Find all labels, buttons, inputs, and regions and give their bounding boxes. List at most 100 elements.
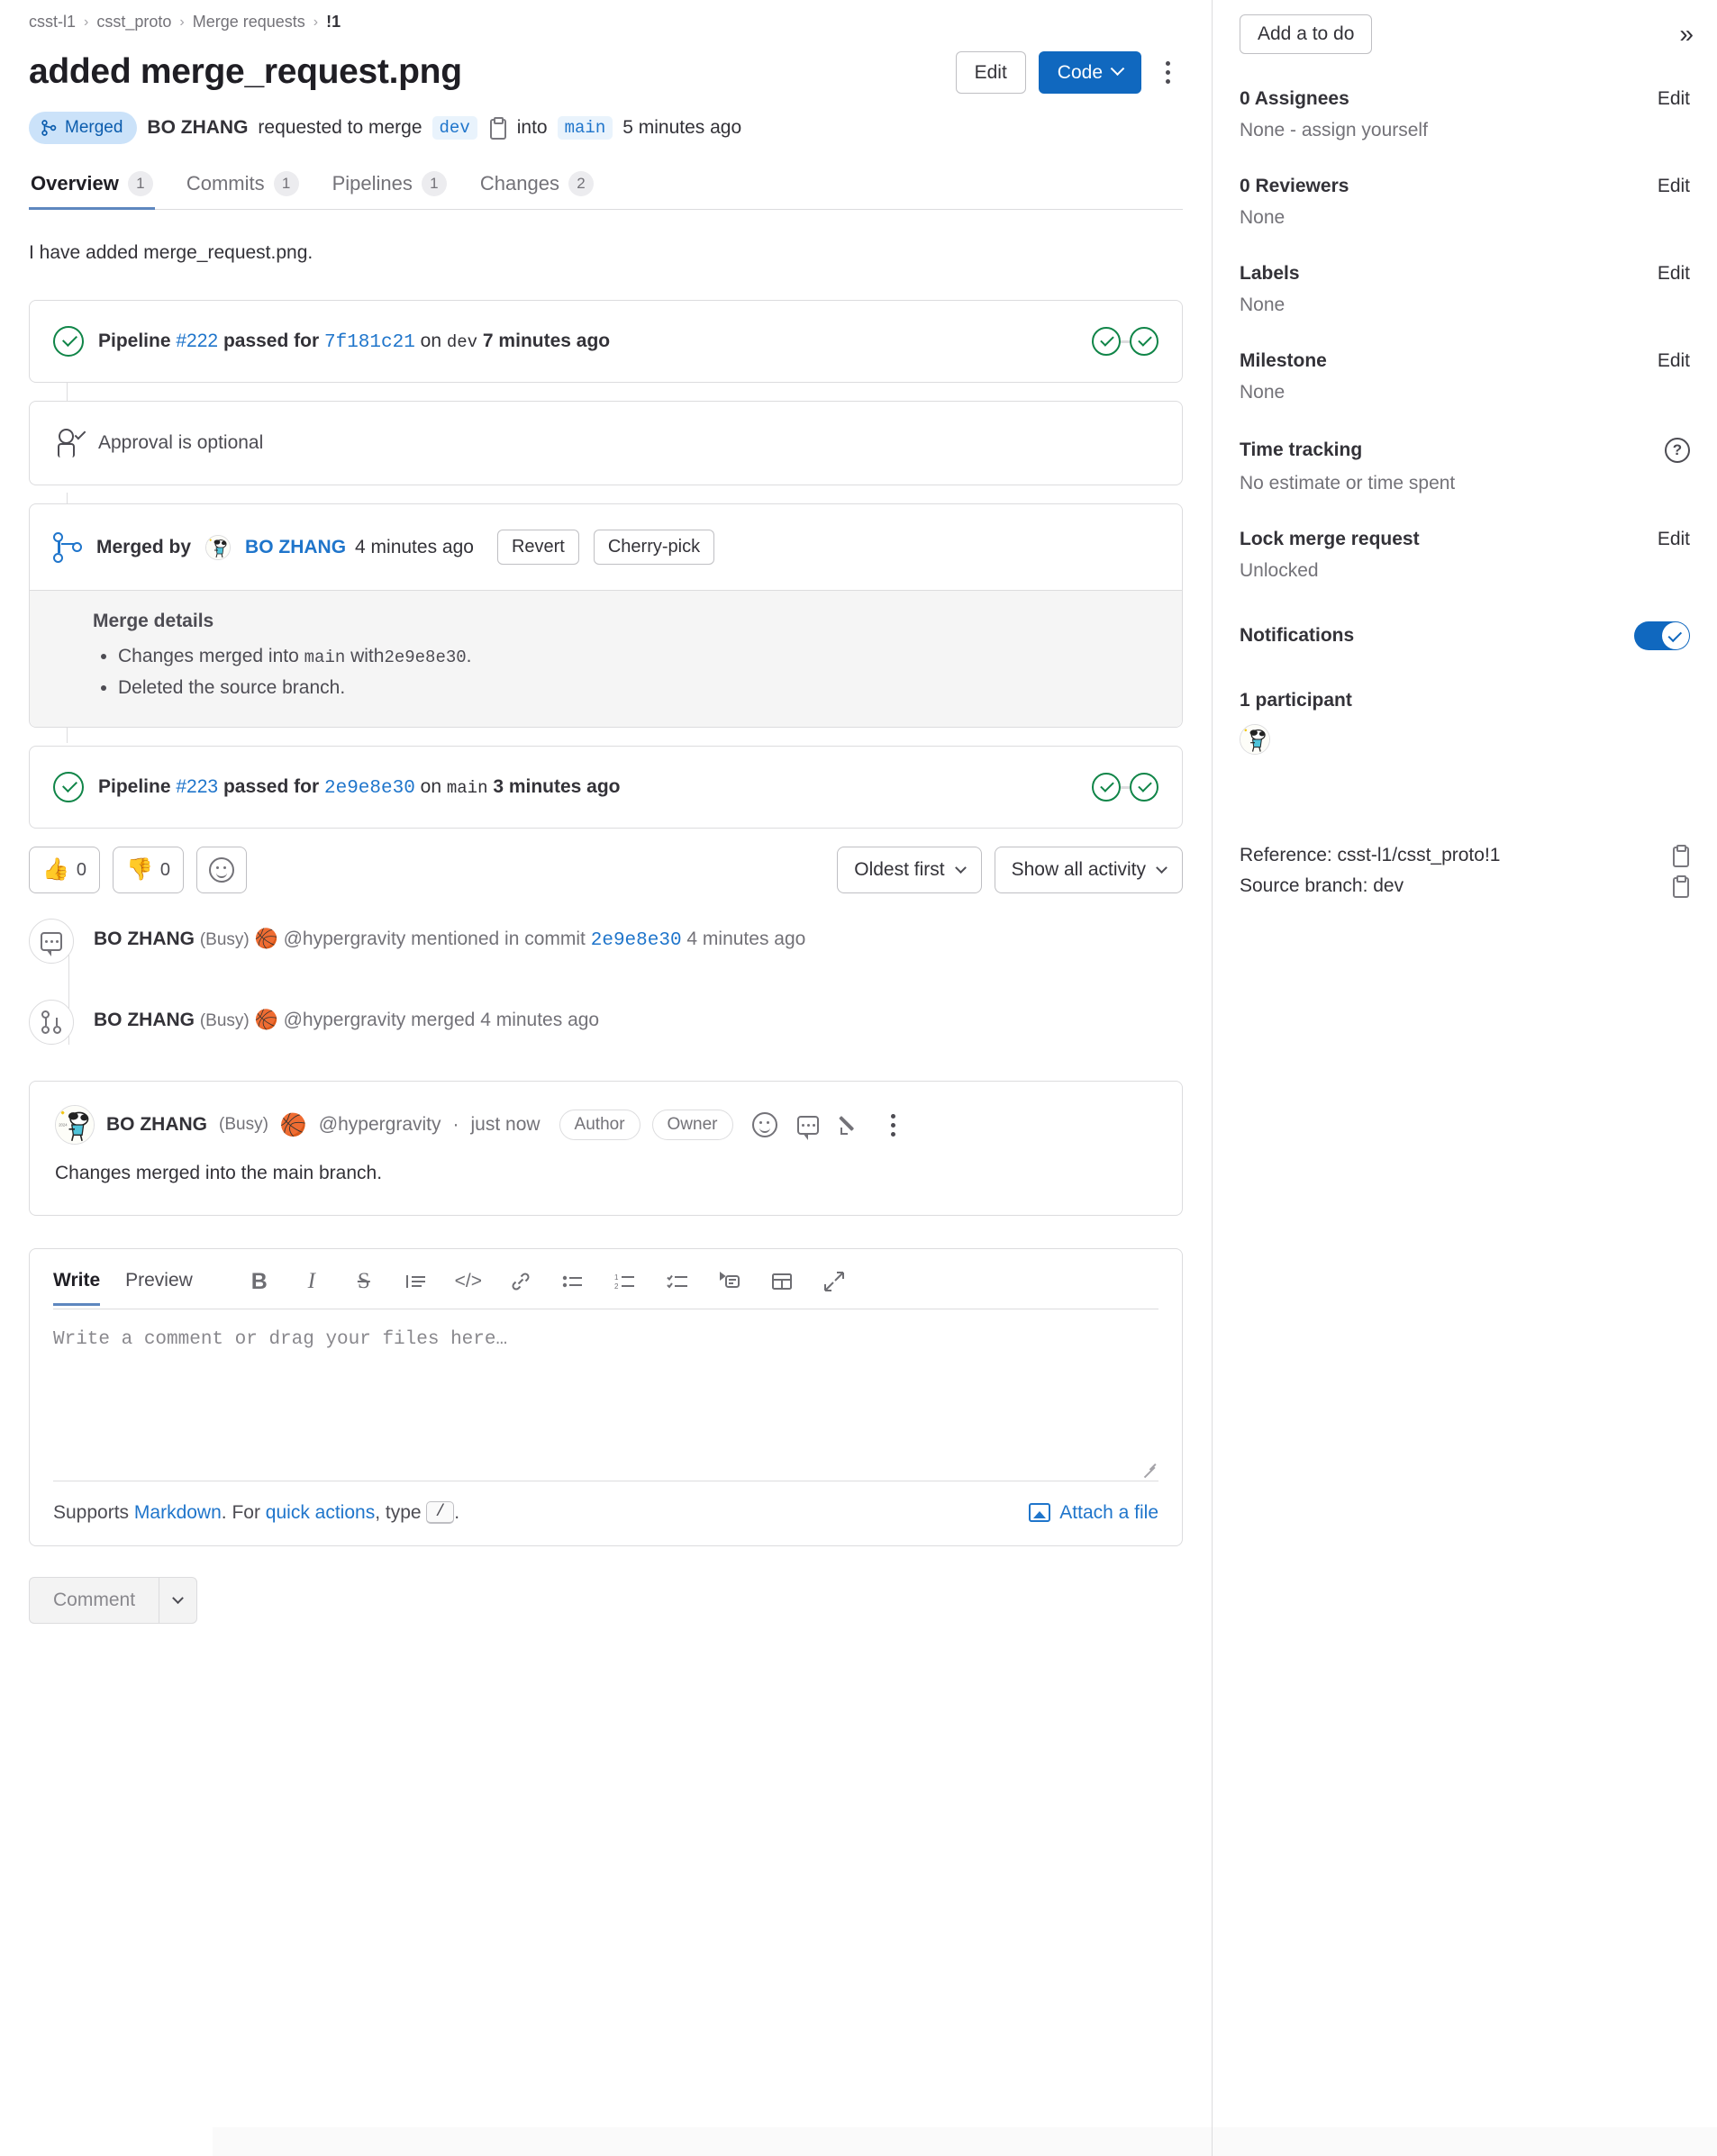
comment-input[interactable]: Write a comment or drag your files here…	[53, 1329, 1158, 1350]
breadcrumb-item-merge-requests[interactable]: Merge requests	[193, 13, 305, 32]
labels-edit-button[interactable]: Edit	[1658, 263, 1690, 285]
comment-author[interactable]: BO ZHANG	[106, 1114, 207, 1136]
copy-source-branch-icon[interactable]	[1670, 875, 1690, 898]
tab-commits[interactable]: Commits 1	[185, 168, 301, 209]
merged-row: Merged by BO ZHANG 4 minutes ago Revert …	[30, 504, 1182, 590]
collapse-sidebar-icon[interactable]: »	[1679, 22, 1693, 47]
pipeline-stage-icon[interactable]	[1130, 773, 1158, 802]
tab-preview[interactable]: Preview	[125, 1270, 193, 1306]
bullet-list-icon[interactable]	[559, 1267, 587, 1296]
add-reaction-button[interactable]	[196, 847, 248, 894]
comment-header: 2024 BO ZHANG (Busy) 🏀 @hypergravity · j…	[55, 1105, 1157, 1146]
image-icon	[1029, 1503, 1051, 1523]
pipeline-id-link[interactable]: #222	[176, 331, 218, 351]
milestone-edit-button[interactable]: Edit	[1658, 350, 1690, 372]
edit-button[interactable]: Edit	[955, 51, 1026, 95]
breadcrumb-item-current[interactable]: !1	[326, 13, 341, 32]
tab-commits-label: Commits	[186, 172, 265, 195]
approval-widget: Approval is optional	[29, 401, 1183, 486]
comment-more-actions[interactable]	[882, 1107, 905, 1143]
pipeline-stage-icon[interactable]	[1092, 327, 1121, 357]
thumbsdown-button[interactable]: 👎 0	[113, 847, 185, 894]
avatar[interactable]	[1240, 724, 1270, 755]
italic-icon[interactable]: I	[297, 1267, 326, 1296]
tab-overview-label: Overview	[31, 172, 119, 195]
labels-title: Labels	[1240, 263, 1300, 284]
tab-changes-count: 2	[568, 171, 594, 197]
bold-icon[interactable]: B	[245, 1267, 274, 1296]
pipeline-row: Pipeline #223 passed for 2e9e8e30 on mai…	[30, 747, 1182, 828]
comment-busy-status: (Busy)	[219, 1115, 268, 1135]
breadcrumb-item-project[interactable]: csst_proto	[96, 13, 171, 32]
numbered-list-icon[interactable]: 1 2	[611, 1267, 640, 1296]
quote-icon[interactable]	[402, 1267, 431, 1296]
notifications-toggle[interactable]	[1634, 621, 1690, 650]
resize-handle[interactable]	[1142, 1461, 1157, 1475]
revert-button[interactable]: Revert	[496, 530, 579, 566]
attach-file-button[interactable]: Attach a file	[1029, 1502, 1158, 1524]
merged-by-author[interactable]: BO ZHANG	[245, 537, 346, 558]
pipeline-id-link[interactable]: #223	[176, 776, 218, 797]
lock-title: Lock merge request	[1240, 529, 1420, 549]
target-branch-chip[interactable]: main	[557, 116, 613, 140]
status-badge: Merged	[29, 112, 138, 145]
lock-edit-button[interactable]: Edit	[1658, 529, 1690, 550]
code-icon[interactable]: </>	[454, 1267, 483, 1296]
activity-handle[interactable]: @hypergravity	[284, 1010, 406, 1030]
comment-textarea-wrap: Write a comment or drag your files here…	[30, 1309, 1182, 1481]
activity-busy: (Busy)	[199, 1011, 250, 1031]
merge-detail-mid: with	[350, 646, 385, 667]
reply-icon[interactable]	[796, 1115, 819, 1140]
markdown-link[interactable]: Markdown	[134, 1502, 222, 1524]
code-button[interactable]: Code	[1038, 51, 1141, 95]
sort-dropdown[interactable]: Oldest first	[837, 847, 982, 894]
strikethrough-icon[interactable]: S	[350, 1267, 378, 1296]
editor-footer: Supports Markdown. For quick actions, ty…	[30, 1481, 1182, 1545]
sidebar-block-participants: 1 participant	[1240, 690, 1690, 755]
fullscreen-icon[interactable]	[820, 1267, 849, 1296]
avatar[interactable]: 2024	[55, 1105, 95, 1146]
cherry-pick-button[interactable]: Cherry-pick	[593, 530, 715, 566]
tab-changes[interactable]: Changes 2	[478, 168, 595, 209]
pipeline-sha-link[interactable]: 2e9e8e30	[324, 778, 415, 799]
chevron-down-icon	[1156, 862, 1167, 874]
table-icon[interactable]	[768, 1267, 796, 1296]
tab-write[interactable]: Write	[53, 1270, 101, 1307]
task-list-icon[interactable]	[663, 1267, 692, 1296]
add-todo-button[interactable]: Add a to do	[1240, 14, 1373, 54]
tab-overview[interactable]: Overview 1	[29, 168, 155, 211]
copy-reference-icon[interactable]	[1670, 845, 1690, 867]
lock-value: Unlocked	[1240, 560, 1319, 581]
activity-author: BO ZHANG	[94, 929, 195, 950]
add-reaction-icon[interactable]	[751, 1112, 777, 1138]
pipeline-status: passed for	[223, 330, 320, 351]
tab-pipelines[interactable]: Pipelines 1	[331, 168, 449, 209]
activity-busy: (Busy)	[199, 930, 250, 950]
merged-widget: Merged by BO ZHANG 4 minutes ago Revert …	[29, 503, 1183, 729]
comment-options-button[interactable]	[159, 1577, 198, 1625]
comment-button[interactable]: Comment	[29, 1577, 159, 1625]
pipeline-stage-icon[interactable]	[1130, 327, 1158, 357]
labels-value: None	[1240, 294, 1285, 315]
copy-branch-icon[interactable]	[487, 117, 507, 140]
help-icon[interactable]: ?	[1665, 438, 1690, 463]
edit-icon[interactable]	[839, 1113, 862, 1137]
source-branch-chip[interactable]: dev	[432, 116, 477, 140]
reviewers-edit-button[interactable]: Edit	[1658, 176, 1690, 197]
collapsible-section-icon[interactable]	[715, 1267, 744, 1296]
merge-detail-sha: 2e9e8e30	[384, 648, 467, 668]
pipeline-stage-icon[interactable]	[1092, 773, 1121, 802]
more-actions-button[interactable]	[1152, 55, 1183, 91]
comment-handle[interactable]: @hypergravity	[319, 1114, 441, 1136]
assignees-edit-button[interactable]: Edit	[1658, 88, 1690, 110]
assignees-value[interactable]: None - assign yourself	[1240, 120, 1690, 141]
quick-actions-link[interactable]: quick actions	[266, 1502, 375, 1524]
activity-filter-dropdown[interactable]: Show all activity	[994, 847, 1183, 894]
activity-handle[interactable]: @hypergravity	[284, 929, 406, 949]
link-icon[interactable]	[506, 1267, 535, 1296]
pipeline-sha-link[interactable]: 7f181c21	[324, 332, 415, 353]
thumbsup-button[interactable]: 👍 0	[29, 847, 101, 894]
activity-sha-link[interactable]: 2e9e8e30	[591, 930, 682, 951]
thumbsdown-count: 0	[159, 859, 171, 880]
breadcrumb-item-group[interactable]: csst-l1	[29, 13, 76, 32]
